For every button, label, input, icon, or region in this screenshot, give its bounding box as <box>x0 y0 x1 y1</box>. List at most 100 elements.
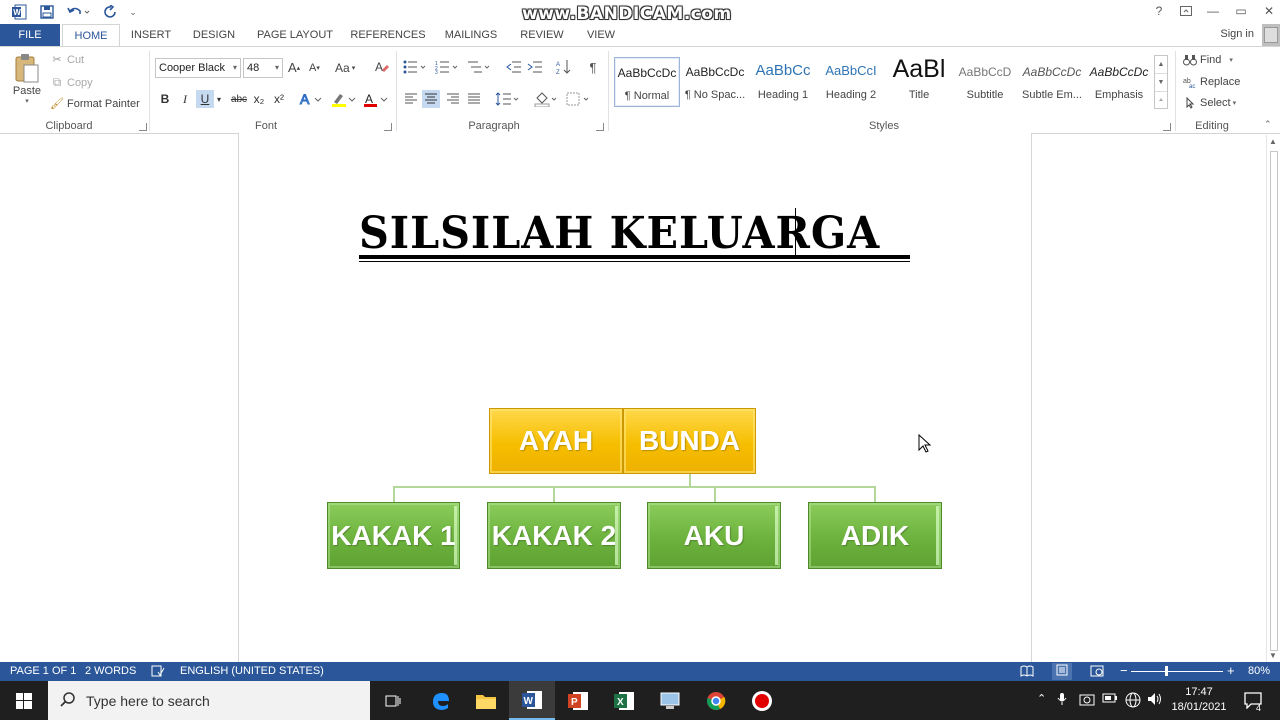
decrease-indent-button[interactable] <box>505 58 523 76</box>
language-indicator[interactable]: ENGLISH (UNITED STATES) <box>180 665 324 677</box>
tab-view[interactable]: VIEW <box>580 24 622 46</box>
print-layout-icon[interactable] <box>1052 663 1072 680</box>
style-subtle-emphasis[interactable]: AaBbCcDc Subtle Em... <box>1019 57 1085 107</box>
scroll-thumb[interactable] <box>1270 151 1278 651</box>
vertical-scrollbar[interactable]: ▲ ▼ <box>1266 135 1280 662</box>
more-styles-icon[interactable]: ⩡ <box>1155 92 1167 110</box>
sort-button[interactable]: AZ <box>555 58 573 76</box>
text-effects-button[interactable]: A <box>298 90 324 108</box>
style-normal[interactable]: AaBbCcDc ¶ Normal <box>614 57 680 107</box>
italic-button[interactable]: I <box>176 90 194 108</box>
battery-icon[interactable] <box>1102 692 1118 707</box>
node-kakak-1[interactable]: KAKAK 1 <box>327 502 460 569</box>
paragraph-launcher-icon[interactable] <box>596 123 604 131</box>
style-heading-1[interactable]: AaBbCc Heading 1 <box>750 57 816 107</box>
select-button[interactable]: Select ▾ <box>1182 97 1236 109</box>
justify-button[interactable] <box>465 90 483 108</box>
system-clock[interactable]: 17:47 18/01/2021 <box>1168 685 1230 715</box>
shading-button[interactable] <box>533 90 561 108</box>
restore-button[interactable]: ▭ <box>1228 1 1254 21</box>
close-button[interactable]: ✕ <box>1256 1 1280 21</box>
zoom-in-button[interactable]: + <box>1227 663 1235 678</box>
minimize-button[interactable]: — <box>1200 1 1226 21</box>
numbering-button[interactable]: 123 <box>434 58 462 76</box>
recorder-app-icon[interactable] <box>739 681 785 720</box>
microphone-icon[interactable] <box>1057 692 1067 709</box>
volume-icon[interactable] <box>1147 692 1163 709</box>
file-explorer-icon[interactable] <box>463 681 509 720</box>
superscript-button[interactable]: x² <box>270 90 288 108</box>
line-spacing-button[interactable] <box>494 90 522 108</box>
computer-app-icon[interactable] <box>647 681 693 720</box>
tab-references[interactable]: REFERENCES <box>348 24 428 46</box>
align-left-button[interactable] <box>402 90 420 108</box>
align-center-button[interactable] <box>422 90 440 108</box>
avatar[interactable] <box>1264 27 1278 43</box>
bold-button[interactable]: B <box>156 90 174 108</box>
scroll-up-icon[interactable]: ▲ <box>1269 137 1277 146</box>
node-kakak-2[interactable]: KAKAK 2 <box>487 502 621 569</box>
tab-file[interactable]: FILE <box>0 24 60 46</box>
font-size-box[interactable]: 48 ▾ <box>243 58 283 78</box>
shrink-font-button[interactable]: A ▾ <box>309 62 320 74</box>
styles-gallery-scroll[interactable]: ▲ ▼ ⩡ <box>1154 55 1168 109</box>
node-aku[interactable]: AKU <box>647 502 781 569</box>
underline-button[interactable]: U <box>196 90 214 108</box>
zoom-level[interactable]: 80% <box>1248 665 1270 677</box>
tab-home[interactable]: HOME <box>62 24 120 47</box>
excel-app-icon[interactable]: X <box>601 681 647 720</box>
strikethrough-button[interactable]: abc <box>228 90 250 108</box>
style-heading-2[interactable]: AaBbCcI Heading 2 <box>818 57 884 107</box>
tab-insert[interactable]: INSERT <box>126 24 176 46</box>
show-formatting-button[interactable]: ¶ <box>584 58 602 76</box>
sign-in-link[interactable]: Sign in <box>1220 28 1254 40</box>
tab-design[interactable]: DESIGN <box>186 24 242 46</box>
tab-page-layout[interactable]: PAGE LAYOUT <box>252 24 338 46</box>
ribbon-display-icon[interactable] <box>1173 1 1199 21</box>
web-layout-icon[interactable] <box>1090 665 1104 680</box>
word-app-icon[interactable]: W <box>509 681 555 720</box>
node-bunda[interactable]: BUNDA <box>623 408 756 474</box>
collapse-ribbon-icon[interactable]: ⌃ <box>1264 119 1272 130</box>
document-title[interactable]: SILSILAH KELUARGA <box>359 208 880 259</box>
replace-button[interactable]: ab ac Replace <box>1182 76 1240 88</box>
node-ayah[interactable]: AYAH <box>489 408 623 474</box>
chrome-browser-icon[interactable] <box>693 681 739 720</box>
scroll-down-icon[interactable]: ▼ <box>1269 651 1277 660</box>
font-name-box[interactable]: Cooper Black ▾ <box>155 58 241 78</box>
redo-icon[interactable] <box>100 2 122 22</box>
styles-launcher-icon[interactable] <box>1163 123 1171 131</box>
network-globe-icon[interactable] <box>1125 692 1141 711</box>
save-icon[interactable] <box>36 2 58 22</box>
customize-qat-icon[interactable]: ⌄ <box>126 2 140 22</box>
style-subtitle[interactable]: AaBbCcD Subtitle <box>952 57 1018 107</box>
zoom-slider-thumb[interactable] <box>1165 666 1168 676</box>
edge-browser-icon[interactable] <box>418 681 464 720</box>
camera-icon[interactable] <box>1079 692 1095 709</box>
change-case-button[interactable]: Aa ▾ <box>335 61 355 75</box>
font-color-button[interactable]: A <box>362 90 390 108</box>
proofing-icon[interactable] <box>151 665 165 680</box>
bullets-button[interactable] <box>402 58 430 76</box>
multilevel-list-button[interactable] <box>466 58 494 76</box>
paste-button[interactable]: Paste ▾ <box>10 53 44 105</box>
windows-start-icon[interactable] <box>0 681 48 720</box>
copy-button[interactable]: ⧉ Copy <box>50 75 93 90</box>
taskbar-search-box[interactable]: Type here to search <box>48 681 370 720</box>
format-painter-button[interactable]: 🖌 Format Painter <box>50 97 140 111</box>
paste-dropdown-icon[interactable]: ▾ <box>25 97 29 105</box>
page-count[interactable]: PAGE 1 OF 1 <box>10 665 76 677</box>
increase-indent-button[interactable] <box>526 58 544 76</box>
borders-button[interactable] <box>565 90 593 108</box>
zoom-out-button[interactable]: − <box>1120 663 1128 678</box>
undo-icon[interactable] <box>64 2 94 22</box>
zoom-slider[interactable] <box>1131 671 1223 672</box>
style-title[interactable]: AaBl Title <box>886 55 952 107</box>
align-right-button[interactable] <box>444 90 462 108</box>
clear-formatting-button[interactable]: A <box>374 59 390 75</box>
cut-button[interactable]: ✂ Cut <box>50 53 84 67</box>
clipboard-launcher-icon[interactable] <box>139 123 147 131</box>
help-button[interactable]: ? <box>1146 1 1172 21</box>
powerpoint-app-icon[interactable]: P <box>555 681 601 720</box>
style-emphasis[interactable]: AaBbCcDc Emphasis <box>1086 57 1152 107</box>
